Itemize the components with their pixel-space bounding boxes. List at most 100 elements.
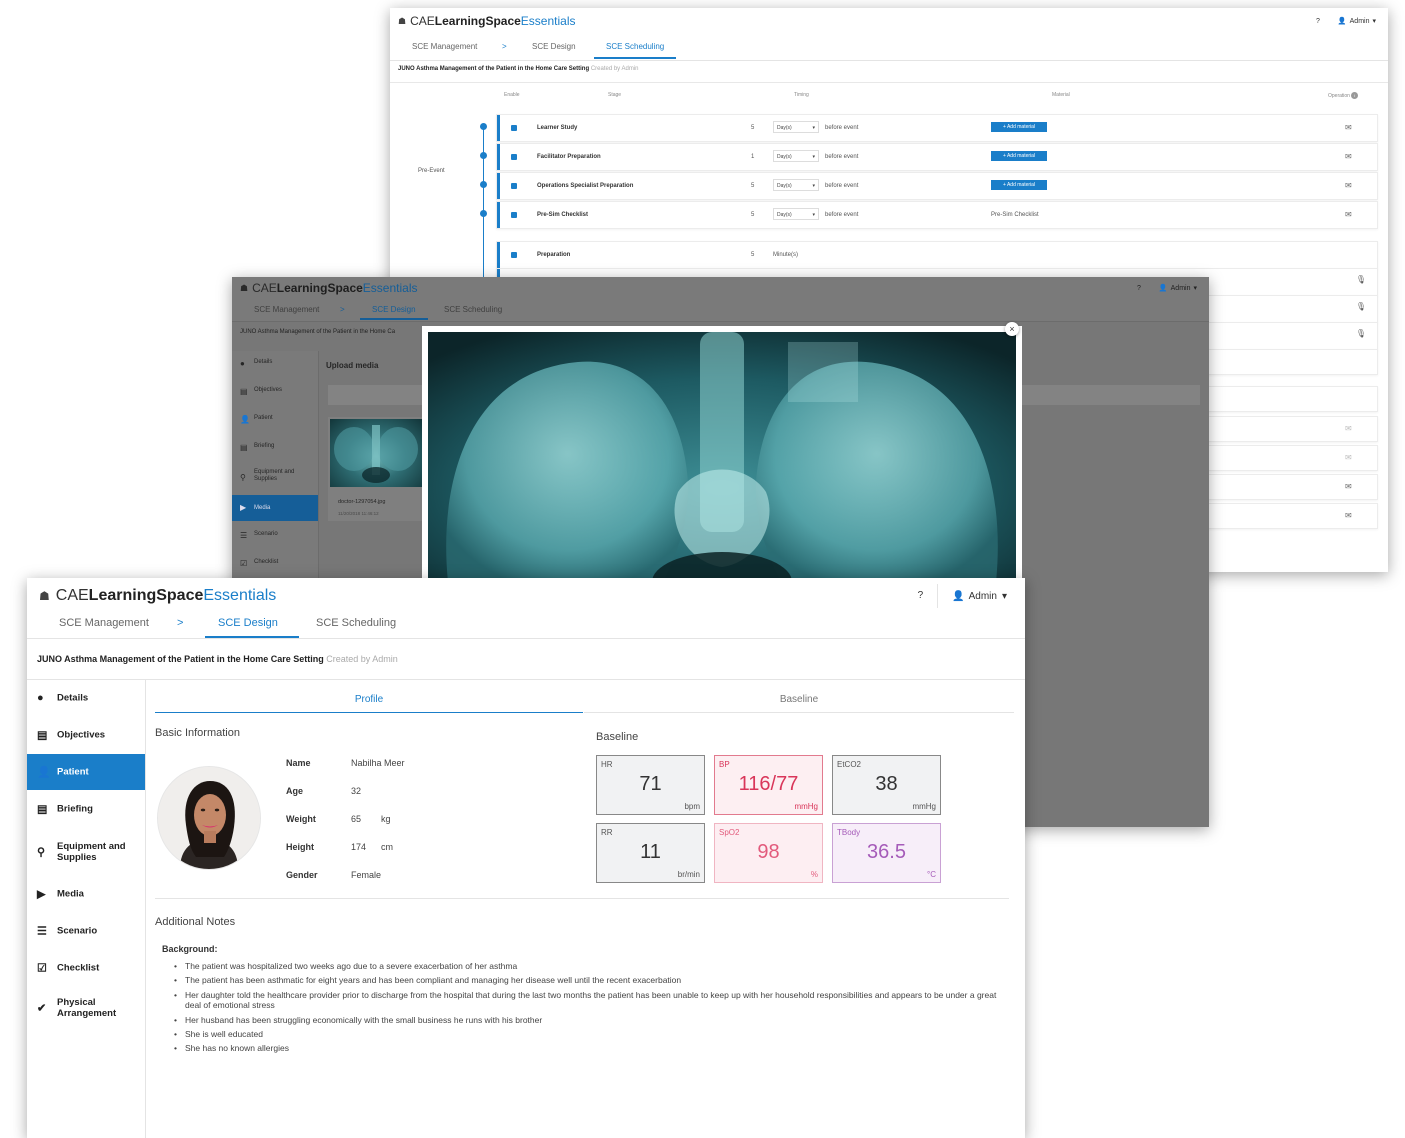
home-icon[interactable]: ☗: [39, 589, 50, 603]
tab-sce-design[interactable]: SCE Design: [532, 42, 576, 57]
sidebar-item-equipment[interactable]: ⚲ Equipment and Supplies: [232, 467, 318, 489]
tab-sce-management[interactable]: SCE Management: [412, 42, 477, 57]
timing-unit-select[interactable]: Day(s) ▾: [773, 150, 819, 162]
sidebar-item-briefing[interactable]: ▤ Briefing: [27, 791, 145, 827]
sidebar-item-details[interactable]: ● Details: [232, 359, 318, 373]
timing-number[interactable]: 5: [751, 125, 754, 131]
brand-learning: LearningSpace: [276, 281, 363, 295]
enable-checkbox[interactable]: [511, 183, 517, 189]
help-button[interactable]: ?: [1137, 285, 1141, 292]
timing-unit-select[interactable]: Day(s) ▾: [773, 121, 819, 133]
field-value-height: 174: [351, 842, 367, 852]
timing-relative: before event: [825, 212, 859, 218]
tab-sce-management[interactable]: SCE Management: [254, 305, 319, 318]
timing-number[interactable]: 5: [751, 212, 754, 218]
timing-unit-select[interactable]: Day(s) ▾: [773, 179, 819, 191]
sidebar-item-objectives[interactable]: ▤ Objectives: [232, 387, 318, 401]
envelope-icon[interactable]: ✉: [1345, 482, 1352, 491]
timing-unit-select[interactable]: Day(s) ▾: [773, 208, 819, 220]
home-icon[interactable]: ☗: [240, 283, 248, 294]
home-icon[interactable]: ☗: [398, 16, 406, 27]
timing-number[interactable]: 5: [751, 252, 754, 258]
close-icon[interactable]: ×: [1005, 322, 1019, 336]
help-button[interactable]: ?: [1316, 18, 1320, 25]
field-label-height: Height: [286, 842, 314, 852]
sidebar-item-equipment[interactable]: ⚲ Equipment and Supplies: [27, 832, 145, 872]
sidebar-item-checklist[interactable]: ☑ Checklist: [27, 950, 145, 986]
add-material-button[interactable]: + Add material: [991, 151, 1047, 161]
sidebar-item-media[interactable]: ▶ Media: [27, 876, 145, 912]
list-item: She is well educated: [172, 1029, 1012, 1040]
tab-baseline[interactable]: Baseline: [584, 694, 1014, 713]
info-icon[interactable]: i: [1351, 92, 1359, 99]
chevron-down-icon[interactable]: ▾: [1002, 591, 1007, 602]
tab-sce-scheduling[interactable]: SCE Scheduling: [444, 305, 502, 318]
vital-unit: mmHg: [794, 802, 818, 811]
material-link[interactable]: Pre-Sim Checklist: [991, 212, 1039, 218]
info-icon: ●: [240, 359, 245, 368]
envelope-icon[interactable]: ✉: [1345, 181, 1352, 190]
schedule-row: Pre-Sim Checklist 5 Day(s) ▾ before event…: [496, 201, 1378, 229]
avatar[interactable]: [157, 766, 261, 870]
vital-label: TBody: [837, 828, 861, 837]
chevron-down-icon[interactable]: ▾: [1372, 17, 1376, 25]
sidebar-item-details[interactable]: ● Details: [27, 680, 145, 716]
list-icon: ☰: [240, 531, 248, 540]
sidebar-item-scenario[interactable]: ☰ Scenario: [232, 531, 318, 545]
microphone-icon[interactable]: 🎙: [1356, 275, 1366, 284]
row-accent: [497, 242, 500, 268]
envelope-icon[interactable]: ✉: [1345, 453, 1352, 462]
list-item: Her husband has been struggling economic…: [172, 1015, 1012, 1026]
user-menu[interactable]: Admin: [969, 591, 997, 602]
vital-value: 38: [875, 773, 898, 795]
sidebar-item-media[interactable]: ▶ Media: [232, 495, 318, 521]
media-thumbnail[interactable]: [330, 419, 422, 487]
person-icon: 👤: [37, 766, 51, 779]
add-material-button[interactable]: + Add material: [991, 180, 1047, 190]
tab-sce-design[interactable]: SCE Design: [360, 305, 428, 320]
timing-number[interactable]: 5: [751, 183, 754, 189]
syringe-icon: ⚲: [37, 846, 46, 859]
tab-sce-management[interactable]: SCE Management: [59, 617, 149, 636]
brand-cae: CAE: [55, 587, 89, 604]
tab-sce-scheduling[interactable]: SCE Scheduling: [316, 617, 396, 636]
sidebar-item-checklist[interactable]: ☑ Checklist: [232, 559, 318, 573]
tab-sce-scheduling[interactable]: SCE Scheduling: [594, 42, 677, 59]
enable-checkbox[interactable]: [511, 154, 517, 160]
envelope-icon[interactable]: ✉: [1345, 152, 1352, 161]
sidebar-item-physical-arrangement[interactable]: ✔ Physical Arrangement: [27, 988, 145, 1028]
add-material-button[interactable]: + Add material: [991, 122, 1047, 132]
basic-info-title: Basic Information: [155, 727, 240, 739]
brand-logo[interactable]: ☗ CAE LearningSpace Essentials: [240, 277, 418, 299]
user-menu[interactable]: Admin: [1350, 18, 1370, 25]
sidebar-item-objectives[interactable]: ▤ Objectives: [27, 717, 145, 753]
help-button[interactable]: ?: [918, 584, 939, 608]
enable-checkbox[interactable]: [511, 212, 517, 218]
sidebar-item-scenario[interactable]: ☰ Scenario: [27, 913, 145, 949]
top-bar: ☗ CAE LearningSpace Essentials ? 👤 Admin ▾: [390, 8, 1388, 35]
tab-sce-design[interactable]: SCE Design: [205, 617, 299, 638]
microphone-icon[interactable]: 🎙: [1356, 302, 1366, 311]
sidebar-item-label: Checklist: [254, 559, 279, 565]
sidebar-item-label: Objectives: [254, 387, 283, 393]
envelope-icon[interactable]: ✉: [1345, 424, 1352, 433]
list-item: She has no known allergies: [172, 1043, 1012, 1054]
chevron-down-icon[interactable]: ▾: [1193, 284, 1197, 292]
background-label: Background:: [162, 944, 218, 954]
media-card[interactable]: doctor-1297054.jpg 11/20/2018 11:46:12: [328, 417, 424, 521]
sidebar-item-briefing[interactable]: ▤ Briefing: [232, 443, 318, 457]
envelope-icon[interactable]: ✉: [1345, 511, 1352, 520]
timing-number[interactable]: 1: [751, 154, 754, 160]
brand-logo[interactable]: ☗ CAE LearningSpace Essentials: [39, 578, 276, 614]
field-label-name: Name: [286, 758, 311, 768]
brand-logo[interactable]: ☗ CAE LearningSpace Essentials: [398, 8, 576, 34]
sidebar-item-patient[interactable]: 👤 Patient: [27, 754, 145, 790]
user-menu[interactable]: Admin: [1171, 285, 1191, 292]
tab-profile[interactable]: Profile: [155, 694, 583, 713]
sidebar-item-patient[interactable]: 👤 Patient: [232, 415, 318, 429]
enable-checkbox[interactable]: [511, 252, 517, 258]
envelope-icon[interactable]: ✉: [1345, 123, 1352, 132]
envelope-icon[interactable]: ✉: [1345, 210, 1352, 219]
enable-checkbox[interactable]: [511, 125, 517, 131]
microphone-icon[interactable]: 🎙: [1356, 329, 1366, 338]
